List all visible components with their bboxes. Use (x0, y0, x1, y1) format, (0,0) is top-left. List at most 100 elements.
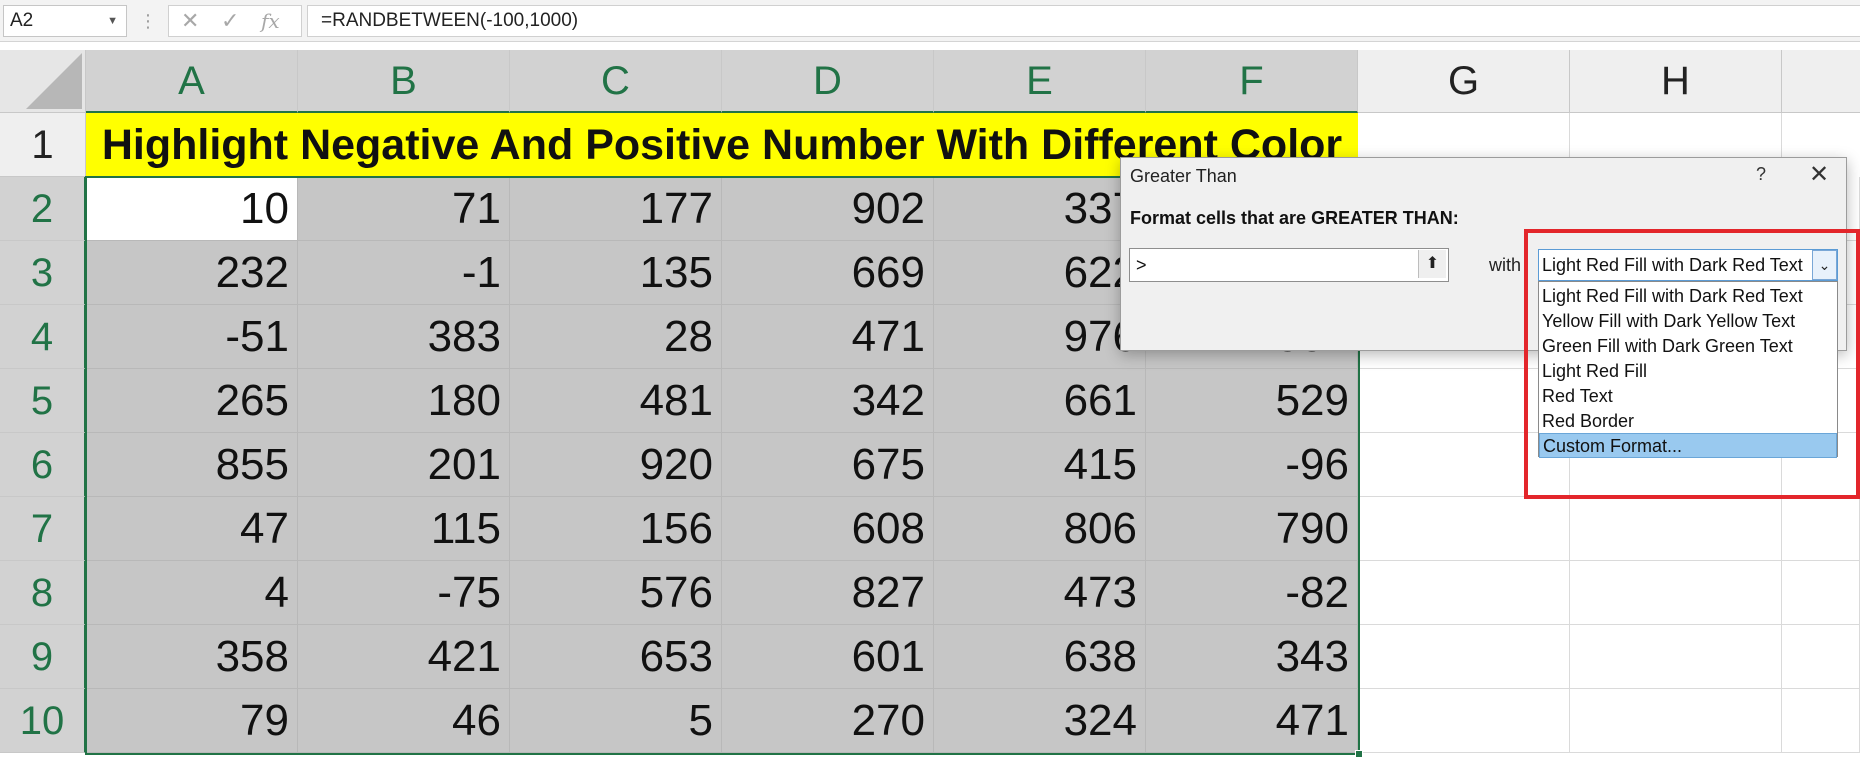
row-header-10[interactable]: 10 (0, 689, 86, 753)
cell-d3[interactable]: 669 (722, 241, 934, 305)
column-header-i[interactable] (1782, 50, 1860, 113)
cell-b5[interactable]: 180 (298, 369, 510, 433)
value-input[interactable]: > (1129, 248, 1449, 282)
cell-d10[interactable]: 270 (722, 689, 934, 753)
cell-h9[interactable] (1570, 625, 1782, 689)
cell-c9[interactable]: 653 (510, 625, 722, 689)
cell-d5[interactable]: 342 (722, 369, 934, 433)
cell-c7[interactable]: 156 (510, 497, 722, 561)
column-header-g[interactable]: G (1358, 50, 1570, 113)
cell-d7[interactable]: 608 (722, 497, 934, 561)
column-header-c[interactable]: C (510, 50, 722, 113)
row-header-2[interactable]: 2 (0, 177, 86, 241)
formula-buttons: ✕ ✓ fx (168, 5, 302, 37)
row-header-8[interactable]: 8 (0, 561, 86, 625)
row-header-9[interactable]: 9 (0, 625, 86, 689)
formula-bar: A2 ▼ ⋮ ✕ ✓ fx =RANDBETWEEN(-100,1000) (0, 0, 1860, 42)
cell-e2[interactable]: 337 (934, 177, 1146, 241)
cell-g8[interactable] (1358, 561, 1570, 625)
cancel-icon[interactable]: ✕ (181, 6, 199, 36)
fx-icon[interactable]: fx (261, 6, 280, 36)
cell-b9[interactable]: 421 (298, 625, 510, 689)
cell-e9[interactable]: 638 (934, 625, 1146, 689)
cell-c4[interactable]: 28 (510, 305, 722, 369)
cell-e6[interactable]: 415 (934, 433, 1146, 497)
column-header-b[interactable]: B (298, 50, 510, 113)
column-header-a[interactable]: A (86, 50, 298, 113)
with-label: with (1489, 255, 1522, 275)
cell-h7[interactable] (1570, 497, 1782, 561)
cell-e5[interactable]: 661 (934, 369, 1146, 433)
cell-e3[interactable]: 622 (934, 241, 1146, 305)
cell-g10[interactable] (1358, 689, 1570, 753)
cell-b6[interactable]: 201 (298, 433, 510, 497)
cell-f9[interactable]: 343 (1146, 625, 1358, 689)
column-header-d[interactable]: D (722, 50, 934, 113)
cell-g7[interactable] (1358, 497, 1570, 561)
cell-b7[interactable]: 115 (298, 497, 510, 561)
cell-d8[interactable]: 827 (722, 561, 934, 625)
close-icon[interactable]: ✕ (1809, 160, 1829, 189)
cell-h10[interactable] (1570, 689, 1782, 753)
cell-f7[interactable]: 790 (1146, 497, 1358, 561)
formula-input[interactable]: =RANDBETWEEN(-100,1000) (307, 5, 1860, 37)
cell-e10[interactable]: 324 (934, 689, 1146, 753)
cell-i8[interactable] (1782, 561, 1860, 625)
cell-a10[interactable]: 79 (86, 689, 298, 753)
row-header-7[interactable]: 7 (0, 497, 86, 561)
cell-a8[interactable]: 4 (86, 561, 298, 625)
cell-e8[interactable]: 473 (934, 561, 1146, 625)
cell-e7[interactable]: 806 (934, 497, 1146, 561)
dialog-title: Greater Than (1130, 166, 1237, 186)
cell-c10[interactable]: 5 (510, 689, 722, 753)
cell-i10[interactable] (1782, 689, 1860, 753)
column-header-h[interactable]: H (1570, 50, 1782, 113)
help-icon[interactable]: ? (1756, 164, 1766, 185)
cell-a9[interactable]: 358 (86, 625, 298, 689)
name-box[interactable]: A2 ▼ (3, 5, 127, 37)
row-header-1[interactable]: 1 (0, 113, 86, 177)
cell-e4[interactable]: 976 (934, 305, 1146, 369)
cell-a7[interactable]: 47 (86, 497, 298, 561)
cell-d6[interactable]: 675 (722, 433, 934, 497)
column-header-f[interactable]: F (1146, 50, 1358, 113)
row-header-6[interactable]: 6 (0, 433, 86, 497)
row-header-5[interactable]: 5 (0, 369, 86, 433)
fill-handle[interactable] (1355, 750, 1363, 758)
cell-b10[interactable]: 46 (298, 689, 510, 753)
cell-a2[interactable]: 10 (86, 177, 298, 241)
row-header-3[interactable]: 3 (0, 241, 86, 305)
drag-handle-icon[interactable]: ⋮ (139, 6, 157, 36)
cell-f6[interactable]: -96 (1146, 433, 1358, 497)
cell-c6[interactable]: 920 (510, 433, 722, 497)
collapse-dialog-icon[interactable]: ⬆ (1418, 250, 1446, 278)
row-header-4[interactable]: 4 (0, 305, 86, 369)
cell-b4[interactable]: 383 (298, 305, 510, 369)
cell-b3[interactable]: -1 (298, 241, 510, 305)
cell-a5[interactable]: 265 (86, 369, 298, 433)
cell-i9[interactable] (1782, 625, 1860, 689)
select-all-button[interactable] (0, 50, 86, 113)
cell-b2[interactable]: 71 (298, 177, 510, 241)
cell-b8[interactable]: -75 (298, 561, 510, 625)
cell-a6[interactable]: 855 (86, 433, 298, 497)
cell-c8[interactable]: 576 (510, 561, 722, 625)
cell-d2[interactable]: 902 (722, 177, 934, 241)
cell-a4[interactable]: -51 (86, 305, 298, 369)
annotation-highlight-box (1524, 229, 1860, 499)
cell-a3[interactable]: 232 (86, 241, 298, 305)
cell-c2[interactable]: 177 (510, 177, 722, 241)
chevron-down-icon[interactable]: ▼ (107, 6, 118, 36)
cell-f8[interactable]: -82 (1146, 561, 1358, 625)
cell-d4[interactable]: 471 (722, 305, 934, 369)
cell-g9[interactable] (1358, 625, 1570, 689)
cell-f5[interactable]: 529 (1146, 369, 1358, 433)
cell-f10[interactable]: 471 (1146, 689, 1358, 753)
column-header-e[interactable]: E (934, 50, 1146, 113)
cell-c5[interactable]: 481 (510, 369, 722, 433)
cell-i7[interactable] (1782, 497, 1860, 561)
check-icon[interactable]: ✓ (221, 6, 239, 36)
cell-h8[interactable] (1570, 561, 1782, 625)
cell-c3[interactable]: 135 (510, 241, 722, 305)
cell-d9[interactable]: 601 (722, 625, 934, 689)
